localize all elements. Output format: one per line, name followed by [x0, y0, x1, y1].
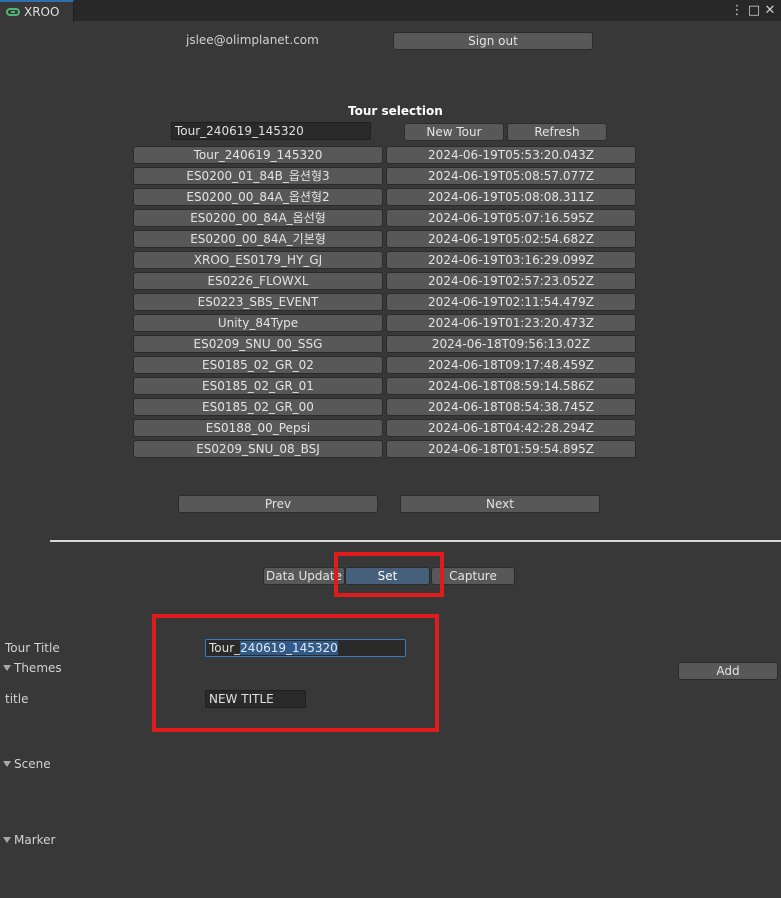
tour-date-button[interactable]: 2024-06-18T08:54:38.745Z: [386, 398, 636, 416]
add-theme-button[interactable]: Add: [678, 662, 778, 680]
new-tour-button[interactable]: New Tour: [404, 123, 504, 141]
tour-date-button[interactable]: 2024-06-19T05:53:20.043Z: [386, 146, 636, 164]
next-button[interactable]: Next: [400, 495, 600, 513]
tour-name-button[interactable]: ES0200_00_84A_기본형: [133, 230, 383, 248]
tab-title: XROO: [24, 5, 60, 19]
sign-out-button[interactable]: Sign out: [393, 32, 593, 50]
more-menu-icon[interactable]: ⋮: [730, 2, 744, 19]
tour-name-button[interactable]: ES0200_00_84A_옵션형2: [133, 188, 383, 206]
tour-name-button[interactable]: ES0209_SNU_08_BSJ: [133, 440, 383, 458]
tour-name-button[interactable]: XROO_ES0179_HY_GJ: [133, 251, 383, 269]
tab-bar: [0, 0, 781, 21]
prev-button[interactable]: Prev: [178, 495, 378, 513]
scene-foldout[interactable]: Scene: [3, 757, 51, 771]
set-tab-highlight: [334, 552, 444, 597]
tour-date-button[interactable]: 2024-06-19T05:08:08.311Z: [386, 188, 636, 206]
tour-date-button[interactable]: 2024-06-19T03:16:29.099Z: [386, 251, 636, 269]
scene-label: Scene: [14, 757, 51, 771]
tour-search-input[interactable]: Tour_240619_145320: [171, 122, 371, 140]
tour-name-button[interactable]: ES0226_FLOWXL: [133, 272, 383, 290]
tour-date-button[interactable]: 2024-06-19T02:57:23.052Z: [386, 272, 636, 290]
tab-xroo[interactable]: XROO: [0, 0, 74, 22]
tour-name-button[interactable]: ES0185_02_GR_02: [133, 356, 383, 374]
tour-date-button[interactable]: 2024-06-18T09:56:13.02Z: [386, 335, 636, 353]
tour-date-button[interactable]: 2024-06-19T01:23:20.473Z: [386, 314, 636, 332]
themes-label: Themes: [14, 661, 62, 675]
tour-name-button[interactable]: ES0209_SNU_00_SSG: [133, 335, 383, 353]
triangle-down-icon: [3, 665, 11, 671]
tour-title-label: Tour Title: [5, 641, 60, 655]
account-email: jslee@olimplanet.com: [186, 33, 319, 47]
themes-foldout[interactable]: Themes: [3, 661, 62, 675]
triangle-down-icon: [3, 837, 11, 843]
tour-name-button[interactable]: Tour_240619_145320: [133, 146, 383, 164]
xroo-logo-icon: [6, 8, 20, 16]
tab-data-update[interactable]: Data Update: [263, 567, 345, 585]
marker-foldout[interactable]: Marker: [3, 833, 55, 847]
tour-name-button[interactable]: ES0188_00_Pepsi: [133, 419, 383, 437]
section-divider: [50, 540, 781, 542]
refresh-button[interactable]: Refresh: [507, 123, 607, 141]
tour-date-button[interactable]: 2024-06-18T08:59:14.586Z: [386, 377, 636, 395]
tour-name-button[interactable]: ES0185_02_GR_01: [133, 377, 383, 395]
marker-label: Marker: [14, 833, 56, 847]
editor-highlight: [152, 614, 439, 732]
tour-date-button[interactable]: 2024-06-19T02:11:54.479Z: [386, 293, 636, 311]
tour-name-button[interactable]: ES0200_01_84B_옵션형3: [133, 167, 383, 185]
tour-date-button[interactable]: 2024-06-18T01:59:54.895Z: [386, 440, 636, 458]
tour-date-button[interactable]: 2024-06-19T05:02:54.682Z: [386, 230, 636, 248]
close-icon[interactable]: ✕: [763, 2, 777, 19]
tour-date-button[interactable]: 2024-06-19T05:08:57.077Z: [386, 167, 636, 185]
tour-date-button[interactable]: 2024-06-18T04:42:28.294Z: [386, 419, 636, 437]
tour-name-button[interactable]: Unity_84Type: [133, 314, 383, 332]
tour-name-button[interactable]: ES0200_00_84A_옵선형: [133, 209, 383, 227]
tour-selection-heading: Tour selection: [348, 104, 443, 118]
triangle-down-icon: [3, 761, 11, 767]
title-label: title: [5, 692, 29, 706]
tour-date-button[interactable]: 2024-06-18T09:17:48.459Z: [386, 356, 636, 374]
tour-name-button[interactable]: ES0223_SBS_EVENT: [133, 293, 383, 311]
tour-name-button[interactable]: ES0185_02_GR_00: [133, 398, 383, 416]
tour-date-button[interactable]: 2024-06-19T05:07:16.595Z: [386, 209, 636, 227]
maximize-icon[interactable]: □: [747, 2, 761, 19]
